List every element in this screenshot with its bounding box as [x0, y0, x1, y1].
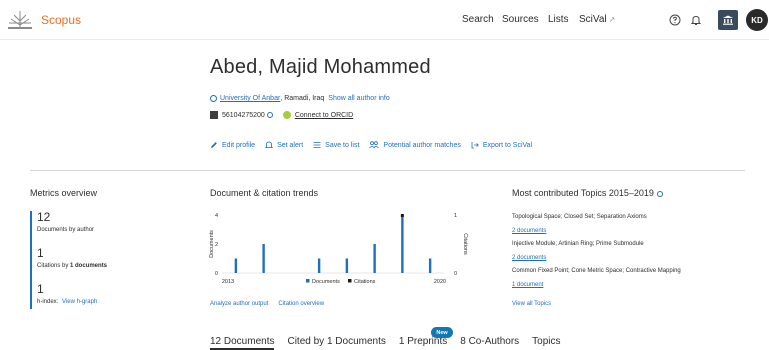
- user-avatar[interactable]: KD: [746, 9, 768, 31]
- trends-title: Document & citation trends: [210, 188, 319, 198]
- analyze-author-output-link[interactable]: Analyze author output: [210, 301, 268, 307]
- pencil-icon: [211, 142, 217, 148]
- y-axis-label-left: Documents: [209, 230, 215, 258]
- topics-title-text: Most contributed Topics 2015–2019: [512, 188, 654, 198]
- tab-co-authors[interactable]: 8 Co-Authors: [460, 336, 519, 347]
- nav-scival-label: SciVal: [579, 14, 607, 25]
- info-icon: [210, 95, 217, 102]
- affiliation-row: University Of Anbar , Ramadi, Iraq Show …: [210, 95, 390, 102]
- bell-icon[interactable]: [686, 10, 706, 30]
- citations-label-prefix: Citations by: [37, 263, 71, 269]
- tab-documents[interactable]: 12 Documents: [210, 336, 275, 350]
- topic-document-count-link[interactable]: 1 document: [512, 282, 543, 288]
- show-all-author-info-link[interactable]: Show all author info: [328, 95, 389, 102]
- bell-icon: [265, 141, 274, 148]
- y-tick-label-right: 1: [454, 213, 457, 219]
- legend-swatch-citations: [348, 279, 352, 283]
- save-to-list-label: Save to list: [325, 141, 360, 149]
- y-tick-label-left: 2: [215, 242, 218, 248]
- export-to-scival-label: Export to SciVal: [482, 141, 533, 149]
- h-index-value: 1: [37, 282, 44, 296]
- documents-count[interactable]: 12: [37, 210, 50, 224]
- elsevier-logo-icon[interactable]: [6, 9, 34, 31]
- tab-cited-by[interactable]: Cited by 1 Documents: [287, 336, 385, 347]
- author-name: Abed, Majid Mohammed: [210, 56, 431, 78]
- topic-name: Topological Space; Closed Set; Separatio…: [512, 214, 647, 220]
- affiliation-link[interactable]: University Of Anbar: [220, 95, 280, 102]
- connect-orcid-link[interactable]: Connect to ORCID: [295, 112, 353, 119]
- scopus-logo-text[interactable]: Scopus: [41, 13, 81, 27]
- author-id-icon: [210, 111, 218, 119]
- legend-swatch-documents: [306, 279, 310, 283]
- legend-label-citations: Citations: [354, 279, 376, 285]
- citations-count-label: Citations by 1 documents: [37, 263, 107, 269]
- metrics-accent-bar: [30, 211, 32, 309]
- y-axis-label-right: Citations: [462, 233, 468, 255]
- view-h-graph-link[interactable]: View h-graph: [62, 299, 97, 305]
- citations-label-documents: 1 documents: [70, 263, 108, 269]
- edit-profile-button[interactable]: Edit profile: [210, 141, 255, 149]
- y-tick-label-right: 0: [454, 271, 457, 277]
- citation-overview-link[interactable]: Citation overview: [278, 301, 324, 307]
- y-tick-label-left: 0: [215, 271, 218, 277]
- x-tick-label: 2020: [434, 279, 446, 285]
- potential-author-matches-label: Potential author matches: [383, 141, 461, 149]
- view-all-topics-link[interactable]: View all Topics: [512, 301, 551, 307]
- new-badge: New: [431, 327, 453, 338]
- section-divider: [30, 170, 745, 171]
- external-link-icon: ↗: [608, 15, 616, 24]
- profile-actions: Edit profile Set alert Save to list Pote…: [210, 141, 542, 149]
- document-bar: [428, 258, 432, 273]
- y-tick-label-left: 4: [215, 213, 218, 219]
- metrics-overview-title: Metrics overview: [30, 188, 98, 198]
- info-icon[interactable]: [656, 190, 663, 197]
- topic-document-count-link[interactable]: 2 documents: [512, 228, 546, 234]
- save-to-list-button[interactable]: Save to list: [313, 141, 359, 149]
- set-alert-label: Set alert: [277, 141, 304, 149]
- export-icon: [471, 142, 479, 149]
- info-icon[interactable]: [266, 112, 273, 118]
- set-alert-button[interactable]: Set alert: [265, 141, 303, 149]
- export-to-scival-button[interactable]: Export to SciVal: [471, 141, 532, 149]
- h-index-row: h-index: View h-graph: [37, 299, 97, 305]
- legend-label-documents: Documents: [312, 279, 340, 285]
- affiliation-location: , Ramadi, Iraq: [280, 95, 325, 102]
- document-bar: [401, 215, 404, 273]
- tab-topics[interactable]: Topics: [532, 336, 560, 347]
- topic-name: Common Fixed Point; Cone Metric Space; C…: [512, 268, 681, 274]
- author-id: 56104275200: [222, 111, 265, 119]
- topic-name: Injective Module; Artinian Ring; Prime S…: [512, 241, 644, 247]
- document-bar: [345, 258, 349, 273]
- documents-count-label: Documents by author: [37, 227, 95, 233]
- topic-document-count-link[interactable]: 2 documents: [512, 255, 546, 261]
- document-bar: [373, 244, 376, 273]
- people-icon: [369, 141, 380, 149]
- list-icon: [313, 142, 321, 148]
- topics-title: Most contributed Topics 2015–2019: [512, 188, 663, 198]
- citation-point: [400, 214, 404, 217]
- profile-tabs: 12 Documents Cited by 1 Documents 1 Prep…: [210, 336, 574, 350]
- nav-lists[interactable]: Lists: [548, 14, 569, 25]
- nav-search[interactable]: Search: [462, 14, 494, 25]
- potential-author-matches-button[interactable]: Potential author matches: [369, 141, 461, 149]
- institution-icon[interactable]: [718, 10, 738, 30]
- h-index-label: h-index:: [37, 299, 59, 305]
- orcid-icon: [282, 111, 291, 119]
- nav-scival[interactable]: SciVal ↗: [579, 14, 615, 25]
- help-icon[interactable]: [665, 10, 685, 30]
- author-id-row: 56104275200 Connect to ORCID: [210, 111, 353, 119]
- x-tick-label: 2013: [222, 279, 234, 285]
- top-header: Scopus Search Sources Lists SciVal ↗ KD: [0, 0, 769, 40]
- nav-sources[interactable]: Sources: [502, 14, 539, 25]
- document-bar: [317, 258, 321, 273]
- edit-profile-label: Edit profile: [222, 141, 256, 149]
- document-bar: [234, 258, 238, 273]
- document-bar: [262, 244, 265, 273]
- chart-links: Analyze author output Citation overview: [210, 301, 334, 307]
- citations-count[interactable]: 1: [37, 246, 44, 260]
- document-citation-chart: 4 2 0 1 0 Documents Citations 2013 2020 Documents…: [209, 213, 468, 285]
